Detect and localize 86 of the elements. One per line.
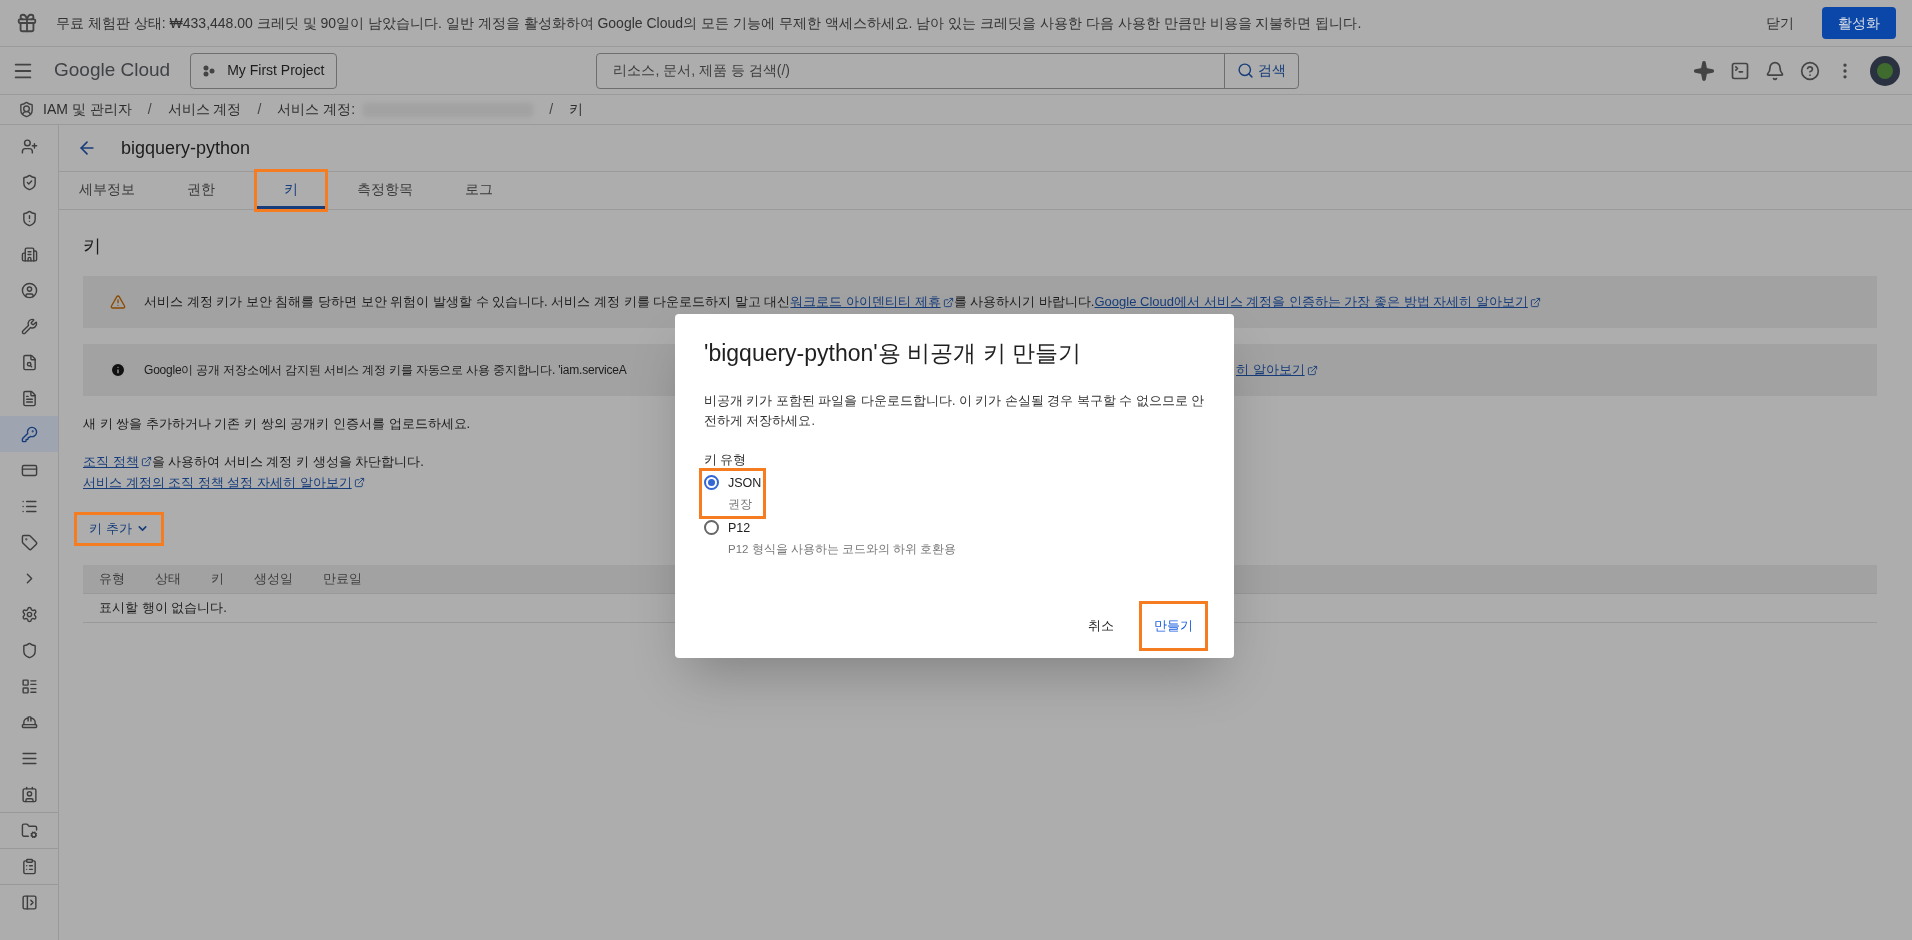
gift-icon: [16, 12, 38, 34]
text: 를 사용하시기 바랍니다.: [953, 293, 1095, 312]
column-header: 만료일: [323, 569, 362, 588]
radio-option[interactable]: P12 P12 형식을 사용하는 코드와의 하위 호환용: [702, 516, 959, 562]
text: Google이 공개 저장소에서 감지된 서비스 계정 키를 자동으로 사용 중지합니다. 'iam.serviceA: [144, 362, 627, 379]
create-button[interactable]: 만들기: [1142, 604, 1205, 648]
contact-icon: [20, 785, 38, 803]
link[interactable]: 히 알아보기: [1236, 360, 1318, 380]
dialog-body: 비공개 키가 포함된 파일을 다운로드합니다. 이 키가 손실될 경우 복구할 수 없으므로 안전하게 저장하세요.: [704, 392, 1205, 430]
breadcrumb-separator: /: [256, 100, 263, 119]
radio-button[interactable]: [704, 520, 719, 536]
column-header: 키: [211, 569, 224, 588]
radio-option[interactable]: JSON 권장: [702, 471, 764, 517]
text: 서비스 계정 키가 보안 침해를 당하면 보안 위험이 발생할 수 있습니다. 서비스 계정 키를 다운로드하지 말고 대신: [144, 293, 791, 312]
building-icon: [20, 245, 38, 263]
terminal-icon[interactable]: [1730, 60, 1750, 81]
external-link-icon: [1306, 364, 1318, 376]
hard-hat-icon: [20, 713, 38, 731]
link[interactable]: 서비스 계정의 조직 정책 설정 자세히 알아보기: [83, 473, 365, 493]
user-circle-icon: [20, 281, 38, 299]
tab[interactable]: 키: [257, 172, 325, 209]
dialog-title: 'bigquery-python'용 비공개 키 만들기: [704, 339, 1082, 368]
sparkle-icon[interactable]: [1693, 59, 1715, 82]
avatar[interactable]: [1870, 55, 1900, 86]
wrench-icon: [20, 317, 38, 335]
page-title: bigquery-python: [121, 136, 251, 160]
breadcrumb-separator: /: [146, 100, 153, 119]
search-icon: [1237, 62, 1255, 79]
section-title: 키: [83, 235, 102, 258]
description: 새 키 쌍을 추가하거나 기존 키 쌍의 공개키 인증서를 업로드하세요.: [83, 415, 471, 433]
option-label: JSON: [728, 475, 762, 493]
breadcrumb-item[interactable]: 서비스 계정:: [277, 99, 356, 120]
text: 을 사용하여 서비스 계정 키 생성을 차단합니다.: [151, 452, 424, 471]
key-icon: [20, 425, 38, 443]
key-type-label: 키 유형: [704, 451, 748, 469]
shield-check-icon: [20, 173, 38, 191]
column-header: 생성일: [254, 569, 293, 588]
project-picker[interactable]: My First Project: [190, 52, 338, 89]
clipboard-icon[interactable]: [20, 858, 38, 875]
logo: Google Cloud: [54, 58, 171, 83]
tab[interactable]: 측정항목: [347, 172, 423, 209]
file-search-icon: [20, 353, 38, 371]
option-label: P12: [728, 520, 752, 538]
external-link-icon: [942, 296, 954, 308]
expand-icon[interactable]: [20, 894, 38, 911]
info-icon: [110, 362, 126, 378]
gear-icon: [20, 605, 38, 623]
promo-message: 무료 체험판 상태: ₩433,448.00 크레딧 및 90일이 남았습니다. 일반 계정을 활성화하여 Google Cloud의 모든 기능에 무제한 액세스하세요. 남아 있는 크레딧을 사용한 다음 사용한 만큼만 비용을 지불하면 됩니다.: [56, 13, 1362, 33]
user-add-icon: [20, 137, 38, 155]
sidebar-item[interactable]: [0, 416, 58, 452]
search-field[interactable]: 리소스, 문서, 제품 등 검색(/) 검색: [596, 52, 1300, 89]
link[interactable]: 워크로드 아이덴티티 제휴: [790, 292, 954, 312]
help-icon[interactable]: [1800, 60, 1820, 81]
cancel-button[interactable]: 취소: [1076, 604, 1126, 648]
document-icon: [20, 389, 38, 407]
activate-button[interactable]: 활성화: [1822, 7, 1896, 39]
breadcrumb-separator: /: [548, 100, 554, 119]
shield-icon: [20, 641, 38, 659]
breadcrumb-item[interactable]: IAM 및 관리자: [43, 99, 132, 120]
tab[interactable]: 세부정보: [69, 172, 145, 209]
external-link-icon: [1529, 296, 1541, 308]
option-hint: P12 형식을 사용하는 코드와의 하위 호환용: [728, 542, 957, 557]
add-key-button[interactable]: 키 추가: [77, 514, 161, 543]
breadcrumb-item[interactable]: 서비스 계정: [167, 99, 242, 120]
radio-button[interactable]: [704, 475, 719, 491]
external-link-icon: [353, 477, 365, 489]
column-header: 상태: [155, 569, 181, 588]
tab[interactable]: 로그: [445, 172, 513, 209]
column-header: 유형: [99, 569, 125, 588]
warning-icon: [110, 294, 126, 310]
shield-user-icon: [18, 101, 35, 118]
notifications-icon[interactable]: [1765, 60, 1785, 81]
link[interactable]: Google Cloud에서 서비스 계정을 인증하는 가장 좋은 방법 자세히 알아보기: [1094, 292, 1541, 312]
close-button[interactable]: 닫기: [1754, 8, 1806, 38]
folder-gear-icon[interactable]: [20, 822, 38, 839]
option-hint: 권장: [728, 497, 753, 512]
link[interactable]: 조직 정책: [83, 451, 152, 471]
search-button[interactable]: 검색: [1224, 53, 1299, 88]
project-icon: [203, 64, 216, 77]
tag-icon: [20, 533, 38, 551]
layout-list-icon: [20, 677, 38, 695]
shield-alert-icon: [20, 209, 38, 227]
tab[interactable]: 권한: [167, 172, 235, 209]
breadcrumb-item[interactable]: 키: [569, 99, 583, 120]
external-link-icon: [140, 455, 152, 467]
empty-table-message: 표시할 행이 없습니다.: [99, 598, 227, 617]
